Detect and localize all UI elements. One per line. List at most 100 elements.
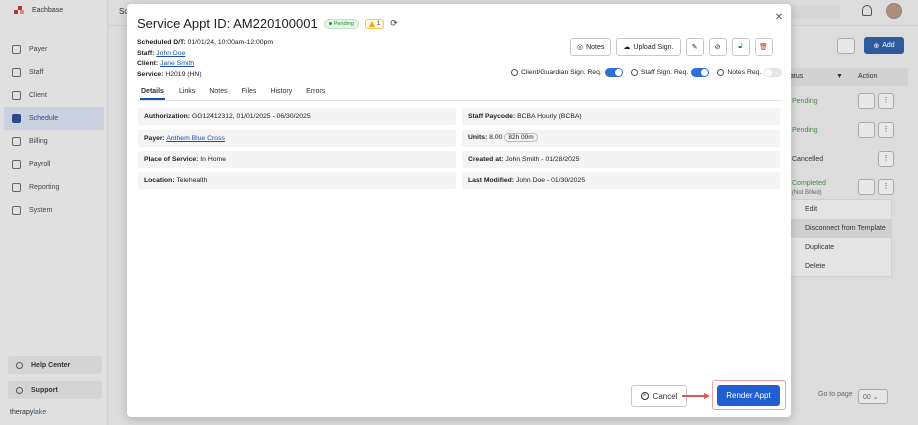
field-place-of-service: Place of Service: In Home (138, 151, 456, 168)
tab-links[interactable]: Links (179, 88, 195, 100)
field-units: Units: 8.00 82h 00m (462, 130, 780, 147)
sidebar-item-reporting[interactable]: Reporting (4, 176, 104, 199)
avatar[interactable] (886, 3, 902, 19)
more-button[interactable]: ⋮ (878, 179, 894, 195)
sidebar-item-system[interactable]: System (4, 199, 104, 222)
notes-icon: ◎ (577, 44, 584, 51)
more-button[interactable]: ⋮ (878, 122, 894, 138)
client-sign-toggle[interactable] (604, 68, 623, 77)
payer-link[interactable]: Anthem Blue Cross (166, 135, 225, 142)
status-badge-label: Pending (333, 20, 354, 27)
lock-button[interactable] (858, 122, 875, 138)
add-button[interactable]: ⊕ Add (864, 37, 904, 54)
menu-item-delete[interactable]: Delete (791, 257, 891, 276)
warning-icon (368, 20, 375, 27)
client-sign-label: Client/Guardian Sign. Req. (521, 69, 602, 76)
tab-files[interactable]: Files (242, 88, 257, 100)
sidebar-item-payer[interactable]: Payer (4, 38, 104, 61)
notes-req-label: Notes Req. (727, 69, 762, 76)
units-duration-pill: 82h 00m (504, 133, 538, 142)
signature-toggles: Client/Guardian Sign. Req. Staff Sign. R… (511, 68, 783, 77)
tab-errors[interactable]: Errors (306, 88, 325, 100)
receipt-icon (12, 137, 21, 146)
status-text: Pending (792, 98, 818, 105)
table-row: Pending ⋮ (790, 88, 908, 116)
edit-button[interactable]: ✎ (685, 38, 704, 56)
pager-select[interactable]: 00 ⌄ (858, 389, 888, 404)
sidebar-item-label: System (29, 207, 53, 214)
menu-item-disconnect[interactable]: Disconnect from Template (791, 219, 891, 238)
sidebar-item-staff[interactable]: Staff (4, 61, 104, 84)
units-value: 8.00 (489, 134, 503, 141)
sidebar-item-label: Reporting (29, 184, 60, 191)
gear-icon (12, 206, 21, 215)
warning-badge[interactable]: 1 (364, 18, 385, 29)
lock-button[interactable] (858, 93, 875, 109)
delete-button[interactable]: 🗑︎ (754, 38, 773, 56)
row-context-menu: Edit Disconnect from Template Duplicate … (790, 199, 892, 277)
location-label: Location: (144, 177, 175, 184)
field-staff-paycode: Staff Paycode: BCBA Hourly (BCBA) (462, 108, 780, 125)
render-appt-button[interactable]: Render Appt (717, 385, 780, 406)
staff-sign-toggle[interactable] (691, 68, 710, 77)
tab-details[interactable]: Details (140, 88, 165, 100)
sidebar-item-client[interactable]: Client (4, 84, 104, 107)
headset-icon (16, 386, 23, 394)
sidebar-item-label: Payroll (29, 161, 51, 168)
upload-button-label: Upload Sign. (633, 43, 674, 51)
payroll-icon (12, 160, 21, 169)
column-status: atus (790, 73, 804, 80)
menu-item-duplicate[interactable]: Duplicate (791, 238, 891, 257)
cancel-button[interactable]: × Cancel (631, 385, 687, 407)
help-icon (16, 361, 23, 369)
appt-meta: Scheduled D/T: 01/01/24, 10:00am-12:00pm… (137, 38, 273, 80)
notes-button-label: Notes (586, 43, 605, 51)
staff-label: Staff: (137, 49, 155, 57)
more-button[interactable]: ⋮ (878, 151, 894, 167)
location-value: Telehealth (176, 177, 208, 184)
support-button[interactable]: Support (8, 381, 102, 399)
arrow-annotation-icon (682, 393, 710, 399)
notes-button[interactable]: ◎ Notes (570, 38, 612, 56)
sidebar-item-payroll[interactable]: Payroll (4, 153, 104, 176)
plus-icon: ⊕ (873, 42, 880, 50)
sidebar-item-schedule[interactable]: Schedule (4, 107, 104, 130)
status-text: Pending (792, 127, 818, 134)
scheduled-label: Scheduled D/T: (137, 39, 186, 46)
info-icon (511, 69, 518, 76)
bell-icon[interactable] (862, 5, 872, 16)
client-label: Client: (137, 60, 159, 67)
help-center-button[interactable]: Help Center (8, 356, 102, 374)
table-header: atus ▼ Action (790, 68, 908, 86)
refresh-icon[interactable]: ⟳ (390, 18, 398, 29)
cancel-label: Cancel (652, 391, 678, 401)
tab-notes[interactable]: Notes (209, 88, 227, 100)
report-icon (12, 183, 21, 192)
status-subtext: (Not Billed) (792, 190, 822, 196)
sidebar-item-billing[interactable]: Billing (4, 130, 104, 153)
search-input[interactable] (790, 5, 840, 19)
status-badge: Pending (323, 18, 359, 29)
menu-item-edit[interactable]: Edit (791, 200, 891, 219)
sidebar-item-label: Billing (29, 138, 48, 145)
tab-divider (137, 100, 781, 101)
table-row: Cancelled ⋮ (790, 146, 908, 174)
footer-logo-part-2: lake (33, 409, 47, 416)
unlink-icon: ⊘ (714, 44, 721, 51)
unlink-button[interactable]: ⊘ (708, 38, 727, 56)
upload-cloud-button[interactable] (837, 38, 855, 54)
more-button[interactable]: ⋮ (878, 93, 894, 109)
staff-link[interactable]: John Doe (156, 50, 185, 57)
filter-icon[interactable]: ▼ (836, 73, 843, 80)
upload-sign-button[interactable]: ☁ Upload Sign. (616, 38, 681, 56)
close-button[interactable]: ✕ (771, 10, 787, 26)
lock-button[interactable] (858, 179, 875, 195)
tab-history[interactable]: History (270, 88, 292, 100)
scheduled-value: 01/01/24, 10:00am-12:00pm (187, 39, 274, 46)
client-link[interactable]: Jane Smith (160, 60, 194, 67)
notes-req-toggle[interactable] (764, 68, 783, 77)
person-icon (12, 91, 21, 100)
lock-button[interactable]: 🔓︎ (731, 38, 750, 56)
column-action: Action (858, 73, 878, 80)
render-appt-label: Render Appt (726, 391, 771, 400)
